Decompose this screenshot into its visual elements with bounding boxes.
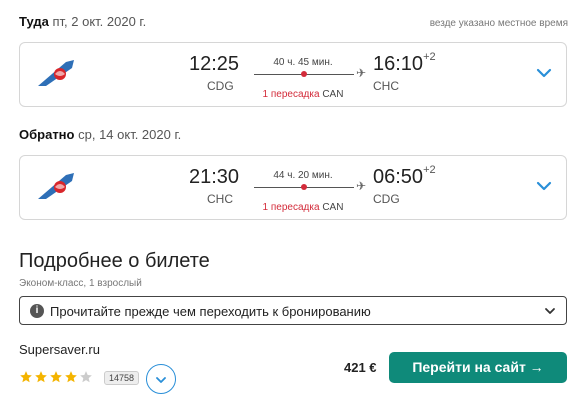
inbound-arrival-time-value: 06:50 — [373, 166, 424, 188]
outbound-duration: 40 ч. 45 мин. — [273, 57, 333, 68]
offer-price: 421 € — [344, 360, 377, 375]
chevron-down-icon — [156, 377, 166, 383]
booking-notice-text: Прочитайте прежде чем переходить к брони… — [50, 304, 371, 319]
inbound-label: Обратно — [19, 127, 75, 142]
inbound-arrival-code: CDG — [373, 192, 400, 206]
inbound-stops: 1 пересадка CAN — [248, 202, 358, 213]
outbound-departure-code: CDG — [207, 79, 234, 93]
airline-logo-icon — [38, 173, 74, 199]
star-icon — [65, 371, 77, 383]
outbound-arrival-time-value: 16:10 — [373, 53, 424, 75]
go-to-site-button[interactable]: Перейти на сайт → — [389, 352, 567, 383]
ticket-class-info: Эконом-класс, 1 взрослый — [19, 278, 142, 289]
inbound-duration: 44 ч. 20 мин. — [273, 170, 333, 181]
plane-icon: ✈ — [356, 66, 367, 80]
agency-rating — [19, 370, 94, 386]
show-more-offers-button[interactable] — [146, 364, 176, 394]
inbound-stops-count: 1 пересадка — [262, 202, 320, 213]
star-icon — [50, 371, 62, 383]
outbound-date: пт, 2 окт. 2020 г. — [52, 14, 147, 29]
outbound-stop-airport: CAN — [322, 89, 344, 100]
outbound-stops-count: 1 пересадка — [262, 89, 320, 100]
airline-logo-icon — [38, 60, 74, 86]
inbound-arrival-offset: +2 — [423, 164, 436, 176]
outbound-flight-card[interactable]: 12:25 CDG 40 ч. 45 мин. ✈ 1 пересадка CA… — [19, 42, 567, 107]
star-icon — [20, 371, 32, 383]
outbound-header: Туда пт, 2 окт. 2020 г. — [19, 14, 146, 29]
star-icon — [80, 371, 92, 383]
outbound-label: Туда — [19, 14, 49, 29]
inbound-date: ср, 14 окт. 2020 г. — [78, 127, 182, 142]
inbound-departure-time: 21:30 — [189, 166, 240, 188]
outbound-arrival-offset: +2 — [423, 51, 436, 63]
outbound-stops: 1 пересадка CAN — [248, 89, 358, 100]
outbound-arrival-code: CHC — [373, 79, 399, 93]
info-icon: i — [30, 304, 44, 318]
outbound-departure-time: 12:25 — [189, 53, 240, 75]
inbound-flight-card[interactable]: 21:30 CHC 44 ч. 20 мин. ✈ 1 пересадка CA… — [19, 155, 567, 220]
inbound-header: Обратно ср, 14 окт. 2020 г. — [19, 127, 181, 142]
timezone-note: везде указано местное время — [429, 18, 568, 29]
review-count-badge: 14758 — [104, 371, 140, 385]
ticket-details-title: Подробнее о билете — [19, 250, 210, 272]
stop-dot — [301, 71, 307, 77]
inbound-departure-code: CHC — [207, 192, 233, 206]
chevron-down-icon — [545, 308, 555, 314]
plane-icon: ✈ — [356, 179, 367, 193]
chevron-down-icon[interactable] — [534, 63, 554, 83]
agency-name: Supersaver.ru — [19, 342, 100, 357]
star-icon — [35, 371, 47, 383]
outbound-arrival-time: 16:10+2 — [373, 51, 436, 76]
stop-dot — [301, 184, 307, 190]
booking-notice-dropdown[interactable]: i Прочитайте прежде чем переходить к бро… — [19, 296, 567, 325]
chevron-down-icon[interactable] — [534, 176, 554, 196]
inbound-arrival-time: 06:50+2 — [373, 164, 436, 189]
inbound-stop-airport: CAN — [322, 202, 344, 213]
